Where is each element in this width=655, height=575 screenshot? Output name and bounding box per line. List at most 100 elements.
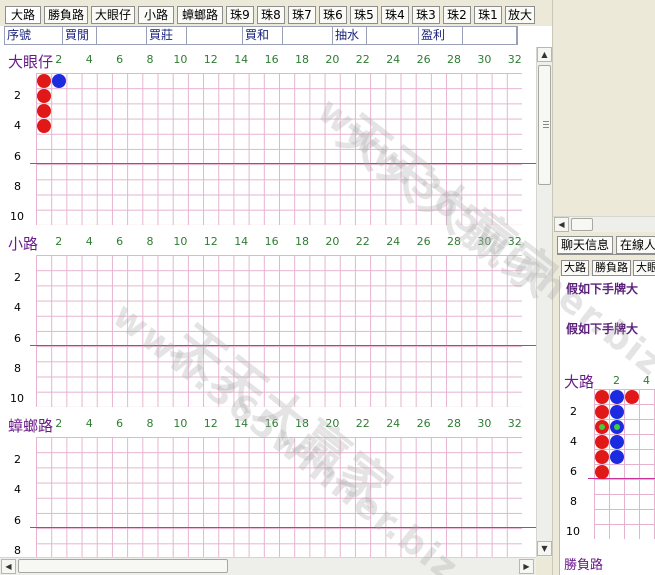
x-tick-label: 18 — [295, 235, 309, 248]
player-bead — [609, 419, 624, 434]
y-tick-label: 2 — [14, 88, 21, 102]
x-tick-label: 26 — [416, 417, 431, 430]
tab-6[interactable]: 珠9 — [226, 6, 254, 24]
tab-9[interactable]: 珠6 — [319, 6, 347, 24]
banker-bead — [594, 449, 609, 464]
y-tick-label: 6 — [14, 149, 21, 163]
y-tick-label: 6 — [14, 513, 21, 527]
y-tick-label: 10 — [10, 210, 24, 224]
x-tick-label: 6 — [116, 235, 124, 248]
scroll-left-button[interactable]: ◀ — [554, 217, 569, 232]
y-tick-label: 10 — [10, 392, 24, 406]
column-header: 抽水 — [333, 27, 367, 44]
x-tick-label: 20 — [325, 53, 340, 66]
banker-bead — [594, 404, 609, 419]
x-tick-label: 30 — [477, 235, 492, 248]
road-title: 大眼仔 — [8, 53, 54, 71]
x-tick-label: 32 — [507, 53, 522, 66]
scroll-left-button[interactable]: ◀ — [1, 559, 16, 574]
y-tick-label: 2 — [14, 452, 21, 466]
scroll-thumb[interactable] — [18, 559, 228, 573]
x-tick-label: 4 — [85, 417, 93, 430]
tab-4[interactable]: 小路 — [138, 6, 174, 24]
x-tick-label: 30 — [477, 53, 492, 66]
tab-5[interactable]: 蟑螂路 — [177, 6, 223, 24]
road-tab-bar: 大路 勝負路 大眼仔 小路 蟑螂路 珠9 珠8 珠7 珠6 珠5 珠4 珠3 珠2 珠1 放大 — [0, 0, 552, 26]
x-tick-label: 10 — [173, 53, 188, 66]
column-header: 買閒 — [63, 27, 97, 44]
tab-15[interactable]: 放大 — [505, 6, 535, 24]
tab-11[interactable]: 珠4 — [381, 6, 409, 24]
tab-chat-info[interactable]: 聊天信息 — [557, 236, 614, 254]
subtab-big-eye-road[interactable]: 大眼 — [633, 260, 655, 276]
x-tick-label: 32 — [507, 417, 522, 430]
divider-line — [30, 526, 536, 528]
y-tick-label: 10 — [566, 524, 580, 538]
tab-13[interactable]: 珠2 — [443, 6, 471, 24]
x-tick-label: 24 — [386, 53, 401, 66]
mini-road-title: 大路 — [564, 373, 595, 391]
x-tick-label: 16 — [264, 417, 279, 430]
x-tick-label: 22 — [355, 53, 370, 66]
column-header: 盈利 — [419, 27, 463, 44]
y-tick-label: 8 — [14, 362, 21, 375]
tab-8[interactable]: 珠7 — [288, 6, 316, 24]
tab-3[interactable]: 大眼仔 — [91, 6, 135, 24]
road-grid-pane: 大眼仔 2 4 6 8 10 12 14 16 18 20 22 24 26 28 30 32 2 4 6 8 10 小路 2… — [0, 47, 536, 557]
player-bead — [609, 449, 624, 464]
x-tick-label: 12 — [203, 235, 218, 248]
banker-bead — [594, 464, 609, 479]
x-tick-label: 2 — [55, 53, 63, 66]
player-bead — [51, 73, 66, 88]
column-header — [367, 27, 419, 44]
tab-1[interactable]: 大路 — [5, 6, 41, 24]
y-tick-label: 4 — [14, 119, 21, 133]
main-horizontal-scrollbar[interactable]: ◀ ▶ — [0, 557, 536, 575]
x-tick-label: 18 — [295, 53, 309, 66]
column-header — [283, 27, 333, 44]
x-tick-label: 16 — [264, 235, 279, 248]
x-tick-label: 4 — [85, 53, 93, 66]
x-tick-label: 24 — [386, 417, 401, 430]
tab-12[interactable]: 珠3 — [412, 6, 440, 24]
banker-bead — [594, 434, 609, 449]
x-tick-label: 2 — [55, 235, 63, 248]
x-tick-label: 22 — [355, 235, 370, 248]
road-grid — [36, 255, 523, 407]
x-tick-label: 2 — [613, 374, 620, 387]
divider-line — [30, 344, 536, 346]
scroll-corner — [536, 557, 552, 575]
prediction-area: 假如下手牌大 假如下手牌大 大路 2 4 2 4 6 8 10 勝負路 — [559, 276, 655, 575]
subtab-big-road[interactable]: 大路 — [561, 260, 589, 276]
mini-road-footer-title: 勝負路 — [564, 558, 604, 573]
scroll-thumb[interactable] — [538, 65, 551, 185]
x-tick-label: 10 — [173, 235, 188, 248]
banker-bead — [36, 88, 51, 103]
player-bead — [609, 389, 624, 404]
tab-7[interactable]: 珠8 — [257, 6, 285, 24]
tab-2[interactable]: 勝負路 — [44, 6, 88, 24]
y-tick-label: 4 — [14, 301, 21, 315]
banker-bead — [36, 119, 51, 134]
side-horizontal-scrollbar[interactable]: ◀ — [553, 216, 655, 232]
x-tick-label: 14 — [234, 417, 249, 430]
tab-14[interactable]: 珠1 — [474, 6, 502, 24]
x-tick-label: 28 — [447, 235, 461, 248]
x-tick-label: 18 — [295, 417, 309, 430]
scroll-down-button[interactable]: ▼ — [537, 541, 552, 556]
banker-bead — [594, 419, 609, 434]
scroll-thumb[interactable] — [571, 218, 593, 231]
x-tick-label: 20 — [325, 235, 340, 248]
divider-line — [30, 162, 536, 164]
tab-10[interactable]: 珠5 — [350, 6, 378, 24]
subtab-win-lose-road[interactable]: 勝負路 — [592, 260, 631, 276]
x-tick-label: 30 — [477, 417, 492, 430]
x-tick-label: 14 — [234, 53, 249, 66]
scroll-right-button[interactable]: ▶ — [519, 559, 534, 574]
x-tick-label: 24 — [386, 235, 401, 248]
scroll-up-button[interactable]: ▲ — [537, 47, 552, 62]
main-vertical-scrollbar[interactable]: ▲ ▼ — [536, 47, 552, 557]
tab-online-users[interactable]: 在線人 — [616, 236, 655, 254]
y-tick-label: 6 — [14, 331, 21, 345]
y-tick-label: 4 — [570, 434, 577, 448]
